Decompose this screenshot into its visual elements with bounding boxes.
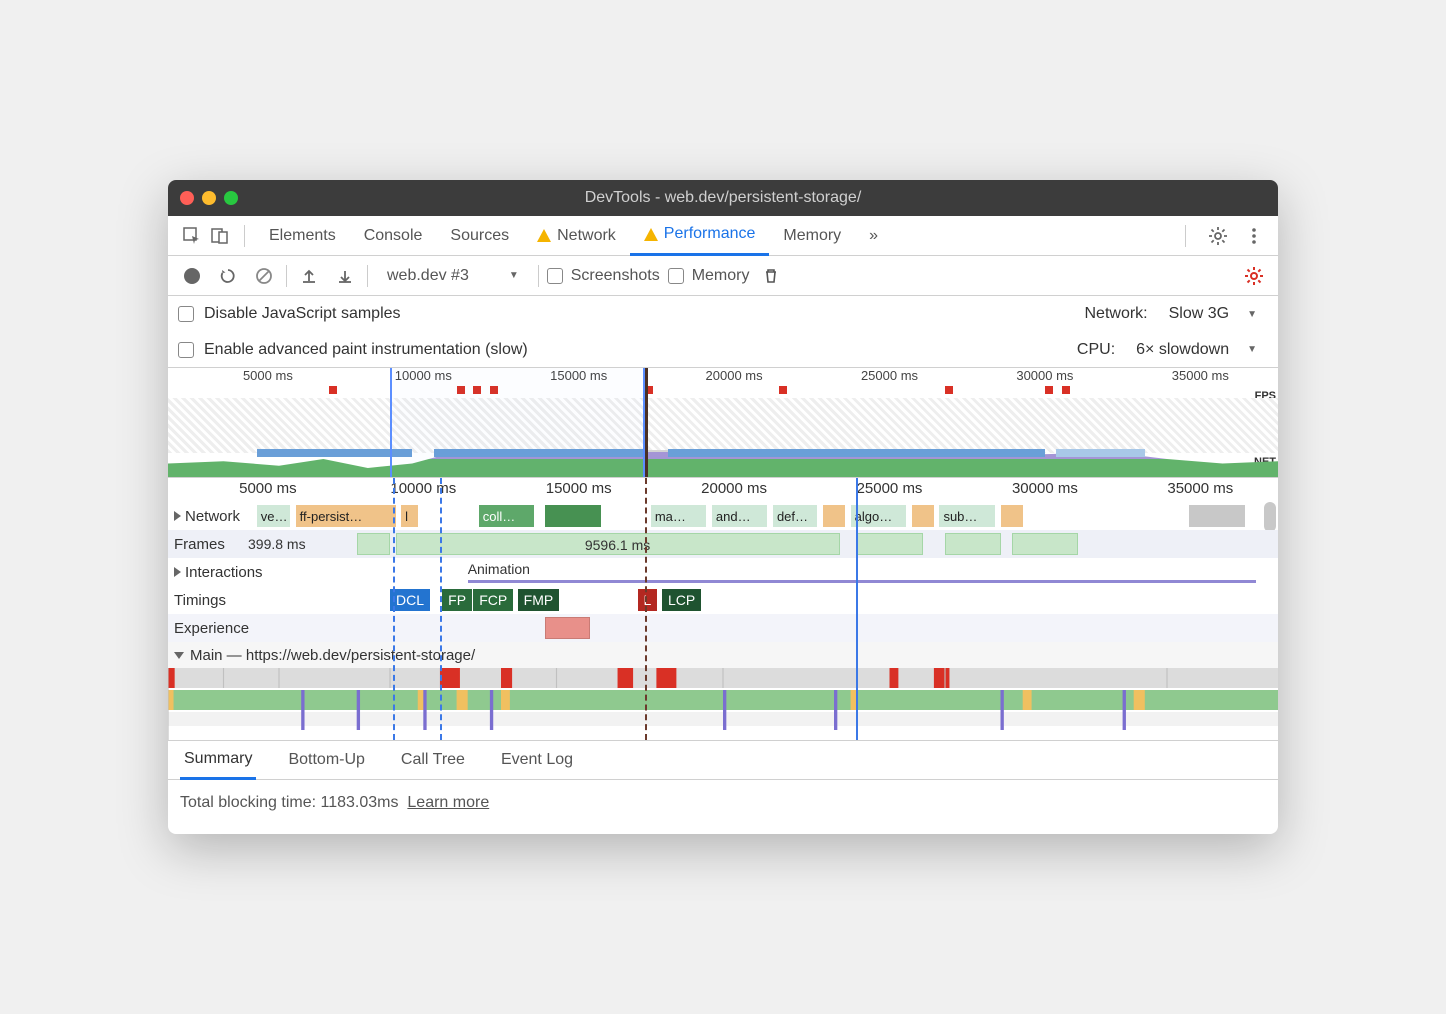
devtools-window: DevTools - web.dev/persistent-storage/ E… [168, 180, 1278, 834]
tab-event-log[interactable]: Event Log [497, 740, 577, 780]
tab-performance[interactable]: Performance [630, 216, 770, 256]
settings-row-1: Disable JavaScript samples Network: Slow… [168, 296, 1278, 332]
tab-network[interactable]: Network [523, 216, 630, 256]
network-item[interactable]: def… [773, 505, 817, 527]
tab-bottom-up[interactable]: Bottom-Up [284, 740, 368, 780]
recording-name: web.dev #3 [387, 267, 469, 285]
timing-dcl[interactable]: DCL [390, 589, 430, 611]
experience-track[interactable]: Experience [168, 614, 1278, 642]
tab-more[interactable]: » [855, 216, 892, 256]
cpu-label: CPU: [1077, 341, 1115, 359]
chevron-down-icon: ▼ [1247, 344, 1257, 355]
tab-sources[interactable]: Sources [436, 216, 523, 256]
recording-selector[interactable]: web.dev #3 ▼ [376, 264, 530, 288]
tbt-label: Total blocking time: [180, 794, 321, 811]
main-track-header[interactable]: Main — https://web.dev/persistent-storag… [168, 642, 1278, 668]
summary-panel: Total blocking time: 1183.03ms Learn mor… [168, 780, 1278, 834]
network-item[interactable]: ma… [651, 505, 707, 527]
memory-checkbox[interactable] [668, 268, 684, 284]
inspect-icon[interactable] [178, 222, 206, 250]
timings-track[interactable]: Timings DCL FP FCP FMP L LCP [168, 586, 1278, 614]
gear-icon[interactable] [1204, 222, 1232, 250]
network-track[interactable]: Network ve… ff-persist… l coll… ma… and…… [168, 502, 1278, 530]
overview-timeline[interactable]: 5000 ms 10000 ms 15000 ms 20000 ms 25000… [168, 368, 1278, 478]
timing-l[interactable]: L [638, 589, 658, 611]
screenshots-checkbox[interactable] [547, 268, 563, 284]
enable-paint-label: Enable advanced paint instrumentation (s… [204, 341, 528, 359]
network-item[interactable]: l [401, 505, 418, 527]
record-button[interactable] [178, 262, 206, 290]
network-item[interactable]: and… [712, 505, 768, 527]
warning-icon [537, 229, 551, 242]
perf-toolbar: web.dev #3 ▼ Screenshots Memory [168, 256, 1278, 296]
maximize-icon[interactable] [224, 191, 238, 205]
load-profile-button[interactable] [295, 262, 323, 290]
tab-memory[interactable]: Memory [769, 216, 855, 256]
main-flame-chart[interactable] [168, 668, 1278, 740]
details-tabs: Summary Bottom-Up Call Tree Event Log [168, 740, 1278, 780]
network-item[interactable]: ff-persist… [296, 505, 396, 527]
reload-button[interactable] [214, 262, 242, 290]
interaction-label: Animation [468, 561, 530, 577]
tab-elements[interactable]: Elements [255, 216, 350, 256]
tab-summary[interactable]: Summary [180, 740, 256, 780]
tbt-value: 1183.03ms [321, 794, 399, 811]
network-item[interactable]: algo… [851, 505, 907, 527]
collapse-icon[interactable] [174, 652, 184, 659]
titlebar: DevTools - web.dev/persistent-storage/ [168, 180, 1278, 216]
cpu-throttle-select[interactable]: 6× slowdown ▼ [1125, 338, 1268, 362]
disable-js-label: Disable JavaScript samples [204, 305, 401, 323]
network-label: Network: [1085, 305, 1148, 323]
device-toggle-icon[interactable] [206, 222, 234, 250]
chevron-down-icon: ▼ [1247, 309, 1257, 320]
warning-icon [644, 228, 658, 241]
kebab-icon[interactable] [1240, 222, 1268, 250]
timing-lcp[interactable]: LCP [662, 589, 701, 611]
close-icon[interactable] [180, 191, 194, 205]
traffic-lights [180, 191, 238, 205]
flame-ruler: 5000 ms 10000 ms 15000 ms 20000 ms 25000… [168, 478, 1278, 502]
network-item[interactable]: sub… [939, 505, 995, 527]
network-throttle-select[interactable]: Slow 3G ▼ [1158, 302, 1268, 326]
disable-js-checkbox[interactable] [178, 306, 194, 322]
interactions-track[interactable]: Interactions Animation [168, 558, 1278, 586]
enable-paint-checkbox[interactable] [178, 342, 194, 358]
capture-settings-icon[interactable] [1240, 262, 1268, 290]
trash-icon[interactable] [757, 262, 785, 290]
chevron-down-icon: ▼ [509, 270, 519, 281]
frames-track[interactable]: Frames 399.8 ms 9596.1 ms [168, 530, 1278, 558]
network-item[interactable]: coll… [479, 505, 535, 527]
timing-fp[interactable]: FP [442, 589, 472, 611]
learn-more-link[interactable]: Learn more [407, 794, 489, 811]
screenshots-label: Screenshots [571, 267, 660, 285]
tab-call-tree[interactable]: Call Tree [397, 740, 469, 780]
network-item[interactable]: ve… [257, 505, 290, 527]
window-title: DevTools - web.dev/persistent-storage/ [168, 189, 1278, 207]
tab-console[interactable]: Console [350, 216, 437, 256]
settings-row-2: Enable advanced paint instrumentation (s… [168, 332, 1278, 368]
memory-label: Memory [692, 267, 750, 285]
clear-button[interactable] [250, 262, 278, 290]
flame-chart-area[interactable]: 5000 ms 10000 ms 15000 ms 20000 ms 25000… [168, 478, 1278, 740]
minimize-icon[interactable] [202, 191, 216, 205]
scrollbar[interactable] [1264, 502, 1276, 532]
panel-tabs: Elements Console Sources Network Perform… [168, 216, 1278, 256]
save-profile-button[interactable] [331, 262, 359, 290]
timing-fmp[interactable]: FMP [518, 589, 560, 611]
timing-fcp[interactable]: FCP [473, 589, 513, 611]
